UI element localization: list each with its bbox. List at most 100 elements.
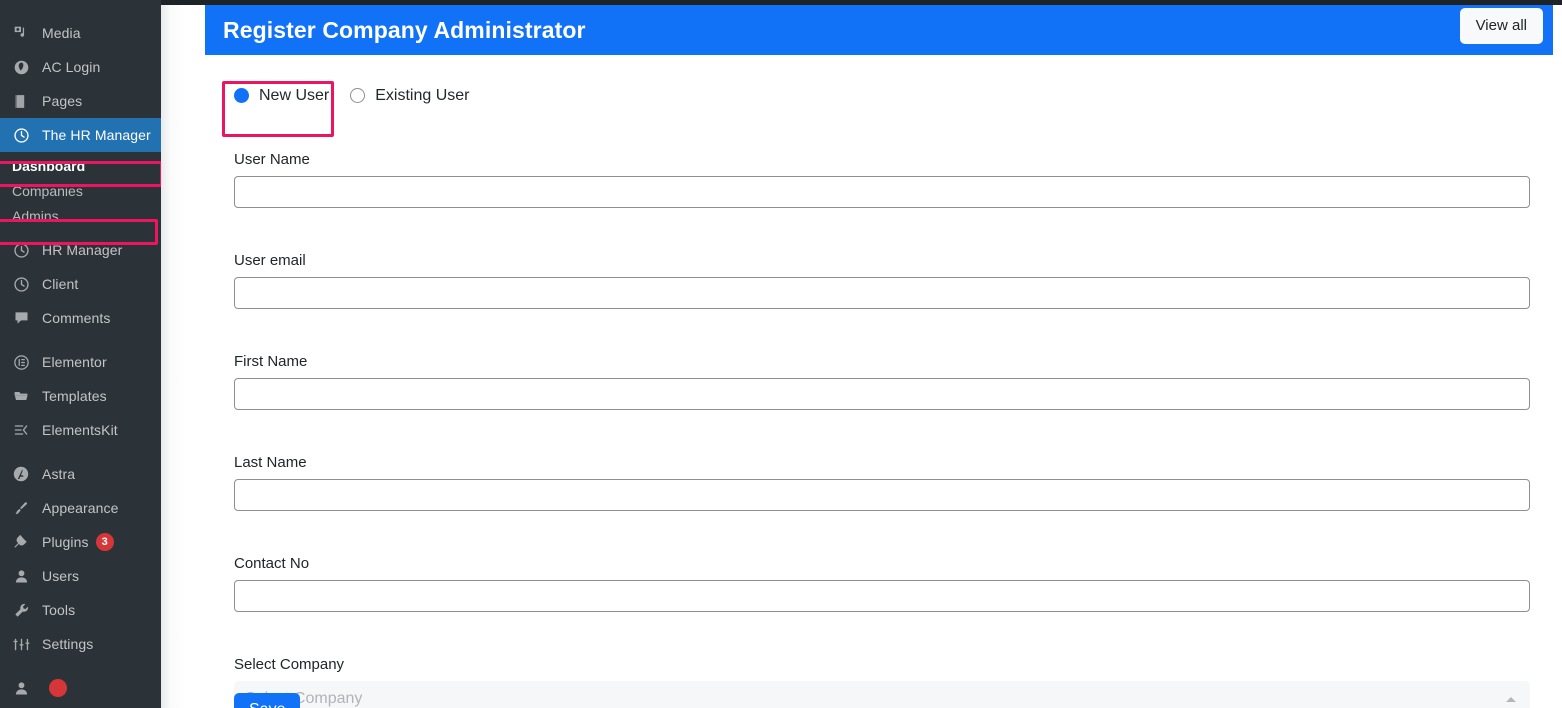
page-root: Media AC Login Pages The HR Manager Dashboar… [0, 0, 1562, 708]
sidebar-item-label: Tools [42, 602, 76, 618]
sidebar-item-appearance[interactable]: Appearance [0, 491, 161, 525]
select-company-dropdown[interactable]: Select Company [234, 681, 1530, 708]
field-contact-no: Contact No [234, 555, 1530, 612]
sidebar-menu: Media AC Login Pages The HR Manager Dashboar… [0, 16, 161, 705]
input-user-name[interactable] [234, 176, 1530, 208]
sidebar-item-label: Plugins [42, 534, 89, 550]
sidebar-badge-count [49, 679, 67, 697]
radio-existing-user[interactable] [350, 88, 366, 104]
sidebar-item-label: The HR Manager [42, 127, 151, 143]
admin-sidebar: Media AC Login Pages The HR Manager Dashboar… [0, 0, 161, 708]
label-contact-no: Contact No [234, 555, 310, 572]
panel-header: Register Company Administrator View all [205, 5, 1553, 55]
sidebar-item-astra[interactable]: Astra [0, 457, 161, 491]
submenu-item-admins[interactable]: Admins [0, 203, 161, 228]
sidebar-item-the-hr-manager[interactable]: The HR Manager [0, 118, 161, 152]
sidebar-item-label: Appearance [42, 500, 119, 516]
field-first-name: First Name [234, 353, 1530, 410]
radio-option-new-user[interactable]: New User [234, 87, 329, 105]
label-user-name: User Name [234, 151, 310, 168]
field-select-company: Select Company Select Company [234, 656, 1530, 708]
aclogin-icon [11, 57, 31, 77]
astra-icon [11, 464, 31, 484]
sidebar-submenu: Dashboard Companies Admins [0, 152, 161, 233]
input-contact-no[interactable] [234, 580, 1530, 612]
comments-icon [11, 308, 31, 328]
chevron-up-icon [1506, 697, 1516, 702]
sidebar-item-comments[interactable]: Comments [0, 301, 161, 335]
label-select-company: Select Company [234, 656, 345, 673]
sidebar-item-elementskit[interactable]: ElementsKit [0, 413, 161, 447]
label-first-name: First Name [234, 353, 308, 370]
radio-label-existing-user: Existing User [375, 87, 470, 104]
sidebar-item-label: Pages [42, 93, 83, 109]
sidebar-item-pages[interactable]: Pages [0, 84, 161, 118]
sidebar-item-label: AC Login [42, 59, 101, 75]
sidebar-separator [0, 661, 161, 671]
sidebar-badge-count: 3 [95, 533, 114, 551]
radio-label-new-user: New User [259, 87, 330, 104]
sidebar-item-label: Templates [42, 388, 107, 404]
pages-icon [11, 91, 31, 111]
gutter-shadow [161, 5, 169, 708]
sidebar-item-templates[interactable]: Templates [0, 379, 161, 413]
sidebar-item-label: Comments [42, 310, 111, 326]
sidebar-item-label: HR Manager [42, 242, 123, 258]
sidebar-item-ac-login[interactable]: AC Login [0, 50, 161, 84]
label-last-name: Last Name [234, 454, 307, 471]
sidebar-item-hr-manager[interactable]: HR Manager [0, 233, 161, 267]
sidebar-item-label: Settings [42, 636, 94, 652]
sidebar-item-label: Elementor [42, 354, 107, 370]
form-fields: User Name User email First Name Last Nam… [234, 151, 1530, 708]
input-first-name[interactable] [234, 378, 1530, 410]
submenu-item-dashboard[interactable]: Dashboard [0, 153, 161, 178]
sidebar-item-settings[interactable]: Settings [0, 627, 161, 661]
main-content: Register Company Administrator View all … [205, 5, 1562, 708]
sidebar-item-users[interactable]: Users [0, 559, 161, 593]
user-icon [11, 678, 31, 698]
folder-icon [11, 386, 31, 406]
sidebar-item-label: ElementsKit [42, 422, 118, 438]
sidebar-separator [0, 447, 161, 457]
save-button[interactable]: Save [234, 693, 301, 708]
sidebar-item-tools[interactable]: Tools [0, 593, 161, 627]
field-last-name: Last Name [234, 454, 1530, 511]
wrench-icon [11, 600, 31, 620]
plug-icon [11, 532, 31, 552]
elementor-icon [11, 352, 31, 372]
sidebar-item-plugins[interactable]: Plugins 3 [0, 525, 161, 559]
register-admin-form: New User Existing User User Name User em… [205, 55, 1553, 708]
field-user-email: User email [234, 252, 1530, 309]
radio-option-existing-user[interactable]: Existing User [350, 87, 469, 105]
sidebar-item-partial[interactable] [0, 671, 161, 705]
sidebar-item-label: Client [42, 276, 79, 292]
clock-icon [11, 240, 31, 260]
user-icon [11, 566, 31, 586]
media-icon [11, 23, 31, 43]
elementskit-icon [11, 420, 31, 440]
sidebar-item-label: Users [42, 568, 80, 584]
user-type-radio-group: New User Existing User [234, 87, 469, 105]
content-gutter [161, 5, 205, 708]
view-all-button[interactable]: View all [1459, 8, 1543, 44]
submenu-item-companies[interactable]: Companies [0, 178, 161, 203]
input-last-name[interactable] [234, 479, 1530, 511]
clock-icon [11, 125, 31, 145]
sidebar-item-label: Media [42, 25, 81, 41]
sidebar-item-client[interactable]: Client [0, 267, 161, 301]
input-user-email[interactable] [234, 277, 1530, 309]
radio-new-user[interactable] [234, 88, 249, 104]
page-title: Register Company Administrator [223, 16, 586, 43]
field-user-name: User Name [234, 151, 1530, 208]
sidebar-separator [0, 335, 161, 345]
sidebar-item-media[interactable]: Media [0, 16, 161, 50]
sidebar-item-elementor[interactable]: Elementor [0, 345, 161, 379]
sliders-icon [11, 634, 31, 654]
sidebar-item-label: Astra [42, 466, 76, 482]
label-user-email: User email [234, 252, 306, 269]
